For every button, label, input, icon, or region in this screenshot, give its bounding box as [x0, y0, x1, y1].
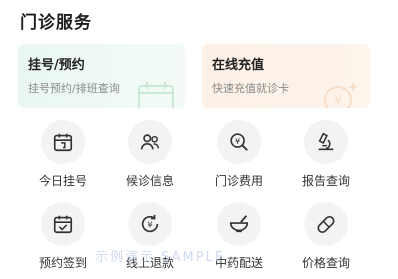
microscope-icon: [318, 132, 334, 151]
calendar-plus-icon: [53, 133, 73, 152]
svg-text:¥: ¥: [147, 220, 152, 230]
service-today-registration[interactable]: 今日挂号: [21, 120, 105, 188]
section-title: 门诊服务: [20, 13, 92, 33]
service-report-query[interactable]: 报告查询: [284, 120, 368, 188]
service-waiting-info[interactable]: 候诊信息: [108, 120, 192, 188]
yen-search-icon: ¥: [230, 133, 248, 151]
service-label: 门诊费用: [214, 174, 263, 188]
service-label: 价格查询: [301, 256, 350, 270]
service-label: 今日挂号: [38, 174, 87, 188]
card-recharge[interactable]: 在线充值 快速充值就诊卡 ¥: [202, 44, 370, 108]
yen-plus-icon: ¥: [324, 83, 357, 108]
svg-text:¥: ¥: [334, 94, 342, 108]
service-outpatient-fees[interactable]: ¥ 门诊费用: [197, 120, 281, 188]
yen-return-icon: ¥: [141, 214, 159, 233]
pill-icon: [317, 215, 335, 233]
card-registration-title: 挂号/预约: [28, 58, 85, 73]
card-registration[interactable]: 挂号/预约 挂号预约/排班查询: [18, 44, 186, 108]
service-label: 预约签到: [38, 256, 87, 270]
mortar-icon: [229, 215, 249, 233]
patients-icon: [140, 134, 159, 150]
card-recharge-title: 在线充值: [212, 58, 265, 73]
service-label: 候诊信息: [125, 174, 174, 188]
service-appointment-checkin[interactable]: 预约签到: [21, 202, 105, 270]
calendar-check-icon: [53, 215, 73, 234]
calendar-icon: [138, 82, 174, 108]
svg-text:¥: ¥: [235, 136, 240, 146]
service-price-query[interactable]: 价格查询: [284, 202, 368, 270]
service-label: 报告查询: [301, 174, 350, 188]
watermark-text: 示例演示 SAMPLE: [95, 250, 226, 265]
